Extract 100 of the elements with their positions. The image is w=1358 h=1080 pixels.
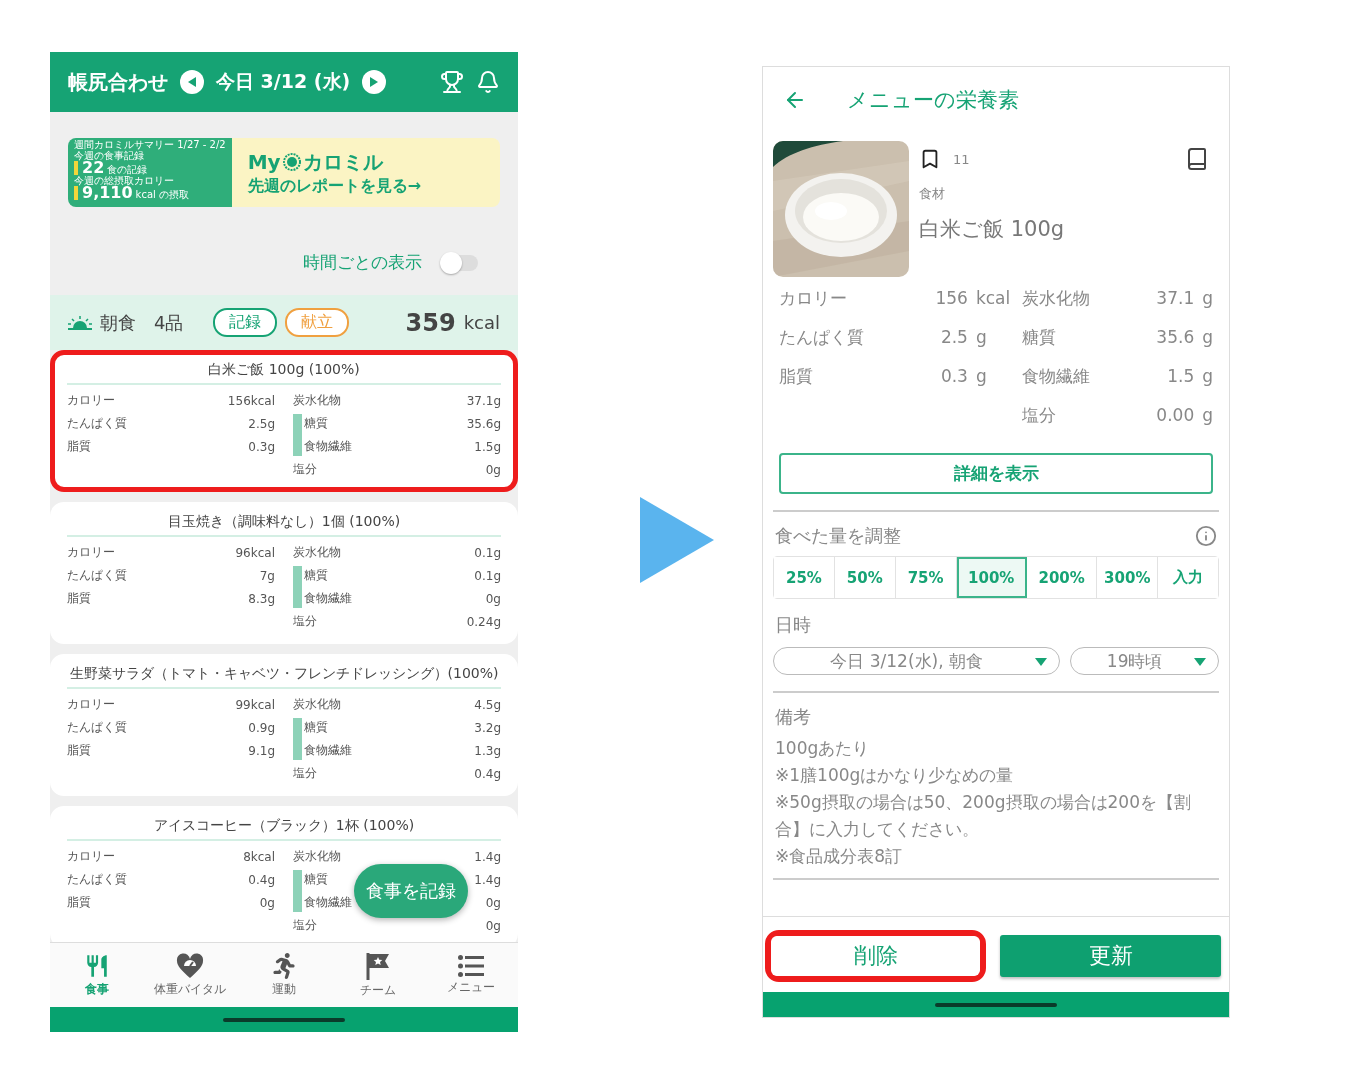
nutrient-label: 塩分 [293,613,317,630]
flag-icon [364,951,391,980]
nutrient-label: 炭水化物 [293,848,341,865]
book-icon[interactable] [1185,147,1209,171]
nutrient-value: 0.1g [474,568,501,583]
nutrient-unit: g [1201,326,1213,349]
nutrient-value: 0g [485,918,501,933]
indent-bar [293,566,302,608]
calorie-unit: kcal [463,312,500,333]
nutrient-label: 炭水化物 [293,544,341,561]
nutrient-value: 8kcal [243,849,275,864]
nutrient-value: 99kcal [235,697,275,712]
nutrient-value: 9.1g [248,743,275,758]
previous-day-button[interactable] [180,70,204,94]
nutrient-label: 塩分 [1021,404,1058,427]
nutrient-label: 糖質 [304,567,328,584]
sunrise-icon [68,315,92,330]
nutrient-unit: g [1201,365,1213,388]
amount-option[interactable]: 25% [774,557,835,598]
nutrient-label: 糖質 [304,719,328,736]
time-dropdown[interactable]: 19時頃 [1070,647,1219,675]
menu-plan-button[interactable]: 献立 [285,308,350,337]
info-icon[interactable] [1195,525,1217,547]
nutrient-label: 脂質 [67,438,91,455]
record-meal-button[interactable]: 食事を記録 [354,864,468,918]
meal-calories: 359 [405,308,456,337]
nutrient-value: 35.6g [466,416,501,431]
nutrient-value: 1.3g [474,743,501,758]
nutrient-value: 35.6 [1155,326,1195,349]
stat-unit: kcal の摂取 [135,189,189,200]
caret-icon [1194,658,1206,666]
nav-tab[interactable]: 運動 [237,943,331,1007]
nav-tab[interactable]: メニュー [424,943,518,1007]
nutrient-value: 0g [485,462,501,477]
nutrient-label: カロリー [779,287,848,310]
food-card[interactable]: 白米ご飯 100g (100%) カロリー 156kcal たんぱく質 2.5g 脂質 0.3g 炭水化物 37.1g 糖質 35.6g 食物繊維 1.5g 塩分 0g [50,350,518,492]
nutrient-label: 脂質 [67,590,91,607]
nav-tab[interactable]: 体重バイタル [143,943,238,1007]
nutrient-value: 96kcal [235,545,275,560]
record-button[interactable]: 記録 [213,308,278,337]
food-title: アイスコーヒー（ブラック）1杯 (100%) [67,815,501,841]
item-count: 4品 [154,310,184,335]
stat-label: 今週の食事記録 [74,150,144,161]
nav-tab[interactable]: チーム [330,943,425,1007]
section-title: 食べた量を調整 [775,524,901,548]
nutrient-value: 37.1 [1155,287,1195,310]
trophy-icon[interactable] [440,70,464,94]
nutrient-label: 脂質 [779,365,814,388]
runner-icon [271,952,297,979]
stat-value: 9,110 [82,186,133,200]
nutrient-label: たんぱく質 [779,326,864,349]
list-icon [458,954,485,977]
nutrient-label: カロリー [67,848,115,865]
nutrient-value: 0.24g [466,614,501,629]
summary-title: 週間カロミルサマリー 1/27 - 2/2 [74,139,226,150]
hourly-switch[interactable] [440,254,478,271]
meal-name: 朝食 [100,310,136,335]
section-title: 備考 [775,705,811,729]
report-link: 先週のレポートを見る→ [247,175,422,197]
nutrient-value: 156 [934,287,968,310]
nutrient-label: たんぱく質 [67,415,127,432]
nutrient-label: たんぱく質 [67,871,127,888]
food-title: 白米ご飯 100g (100%) [67,359,501,385]
food-card[interactable]: 生野菜サラダ（トマト・キャベツ・フレンチドレッシング）(100%) カロリー 99kcal たんぱく質 0.9g 脂質 9.1g 炭水化物 4.5g 糖質 3.2g 食物繊維 1.3g 塩分 0.4g [50,654,518,796]
nutrient-unit: g [974,365,988,388]
date-dropdown[interactable]: 今日 3/12(水), 朝食 [773,647,1061,675]
next-day-button[interactable] [362,70,387,94]
delete-button[interactable]: 削除 [771,935,980,976]
nutrient-label: たんぱく質 [67,719,127,736]
food-name: 白米ご飯 100g [919,216,1065,243]
stat-value: 22 [82,161,105,175]
bell-icon[interactable] [476,70,500,94]
nutrient-label: カロリー [67,544,115,561]
nutrient-value: 1.4g [474,872,501,887]
show-details-button[interactable]: 詳細を表示 [779,453,1213,494]
update-button[interactable]: 更新 [1000,934,1221,977]
nutrient-label: 食物繊維 [1021,365,1091,388]
nutrient-label: 食物繊維 [304,742,352,759]
heart-gauge-icon [176,952,205,979]
nutrient-label: カロリー [67,696,115,713]
brand-prefix: My [247,150,281,174]
notes-text: 100gあたり ※1膳100gはかなり少なめの量 ※50g摂取の場合は50、200g摂取の場合は200を【割合】に入力してください。 ※食品成分表8訂 [775,737,1192,868]
nutrient-label: 炭水化物 [1021,287,1091,310]
nutrient-label: カロリー [67,392,115,409]
arrow-icon [640,497,714,583]
nutrient-value: 0g [259,895,275,910]
brand-name: カロミル [302,148,383,176]
nutrient-value: 0.4g [248,872,275,887]
nutrient-value: 156kcal [227,393,275,408]
amount-option[interactable]: 100% [956,557,1027,598]
food-title: 生野菜サラダ（トマト・キャベツ・フレンチドレッシング）(100%) [67,663,501,689]
nutrient-value: 0g [485,895,501,910]
nutrient-value: 3.2g [474,720,501,735]
stat-label: 今週の総摂取カロリー [74,175,174,186]
nav-tab[interactable]: 食事 [50,943,144,1007]
nutrient-unit: g [1201,287,1213,310]
nutrient-value: 2.5g [248,416,275,431]
food-card[interactable]: 目玉焼き（調味料なし）1個 (100%) カロリー 96kcal たんぱく質 7g 脂質 8.3g 炭水化物 0.1g 糖質 0.1g 食物繊維 0g 塩分 0.24g [50,502,518,644]
nutrient-unit: g [1201,404,1213,427]
nutrient-unit: g [974,326,988,349]
